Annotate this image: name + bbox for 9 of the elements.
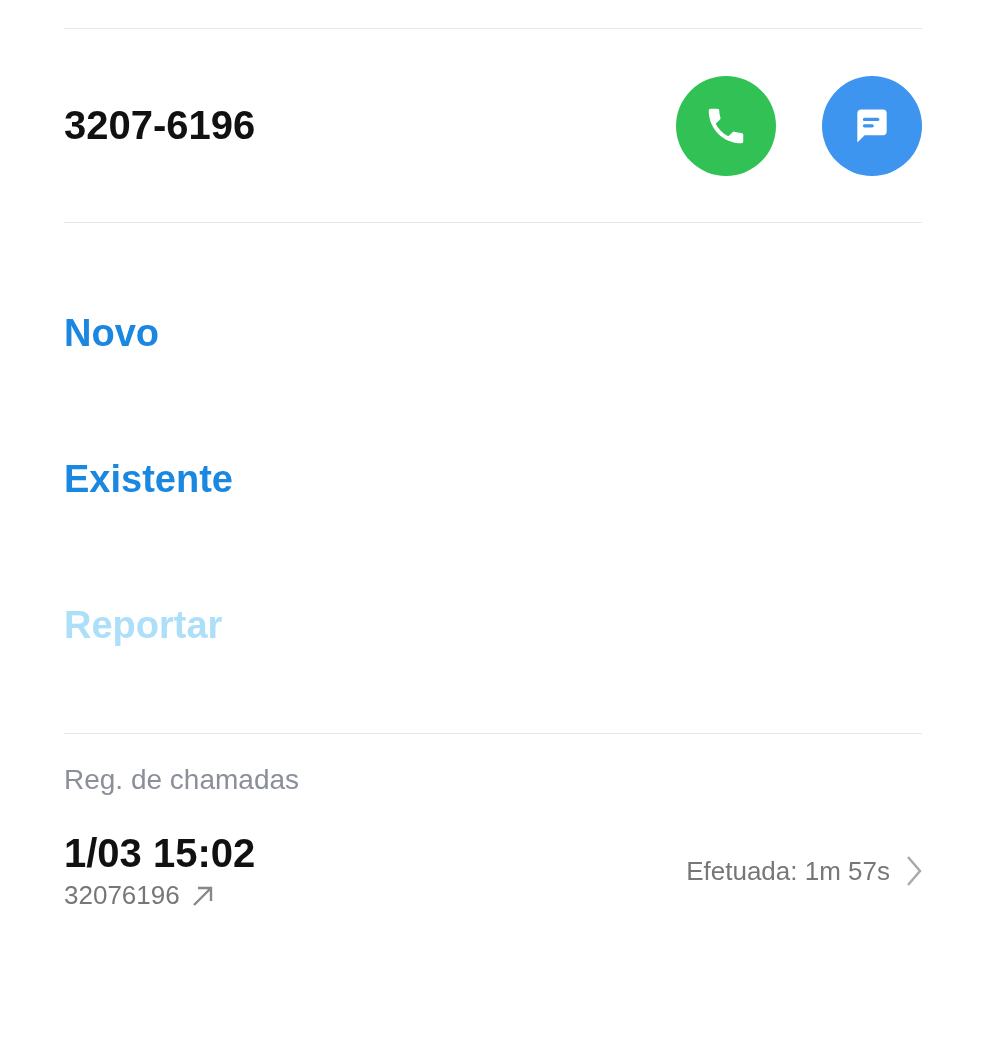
call-datetime: 1/03 15:02 — [64, 831, 256, 876]
call-status: Efetuada: 1m 57s — [686, 855, 890, 887]
menu-option[interactable]: Existente — [64, 457, 233, 501]
section-title: Reg. de chamadas — [64, 764, 300, 796]
call-log-entry[interactable]: 1/03 15:02 32076196 Efetuada: 1m 57s — [64, 831, 922, 911]
chevron-right-icon — [906, 855, 922, 887]
call-number: 32076196 — [64, 880, 180, 911]
menu-option[interactable]: Novo — [64, 311, 159, 355]
phone-number: 3207-6196 — [64, 103, 256, 148]
